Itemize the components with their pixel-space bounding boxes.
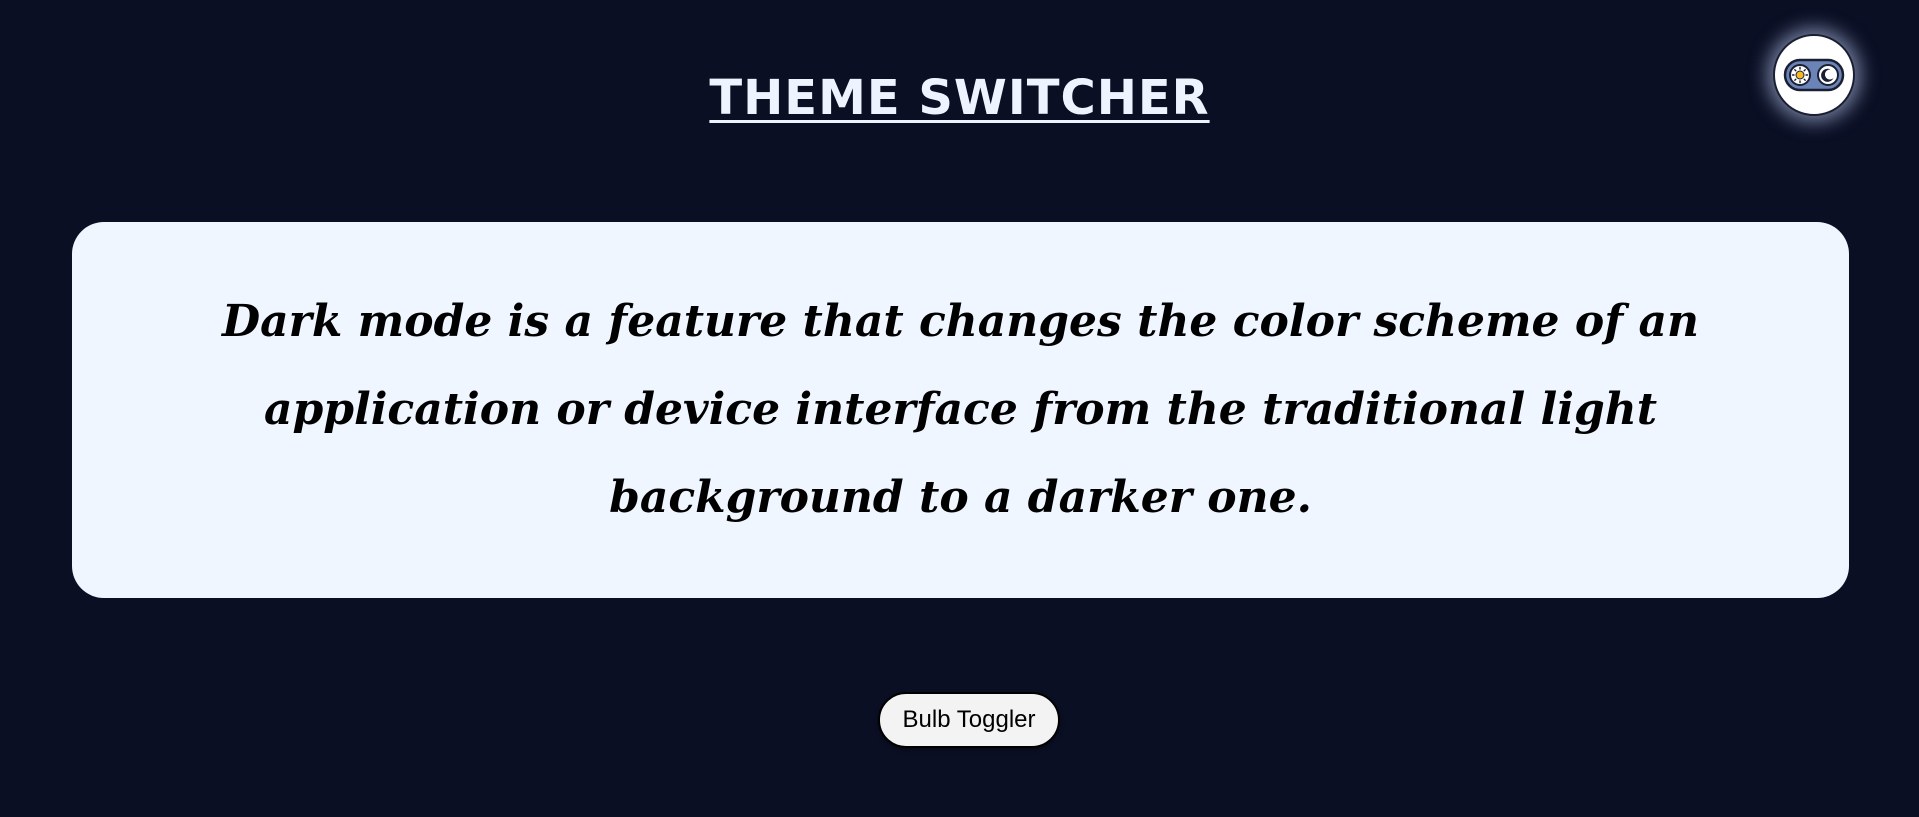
- theme-toggle-button[interactable]: [1773, 34, 1855, 116]
- content-card: Dark mode is a feature that changes the …: [72, 222, 1849, 598]
- toggle-switch-icon: [1783, 58, 1845, 92]
- bulb-toggler-button[interactable]: Bulb Toggler: [878, 692, 1060, 748]
- sun-icon: [1789, 64, 1811, 86]
- moon-icon: [1817, 64, 1839, 86]
- card-description: Dark mode is a feature that changes the …: [222, 296, 1699, 523]
- page-title: THEME SWITCHER: [709, 70, 1210, 126]
